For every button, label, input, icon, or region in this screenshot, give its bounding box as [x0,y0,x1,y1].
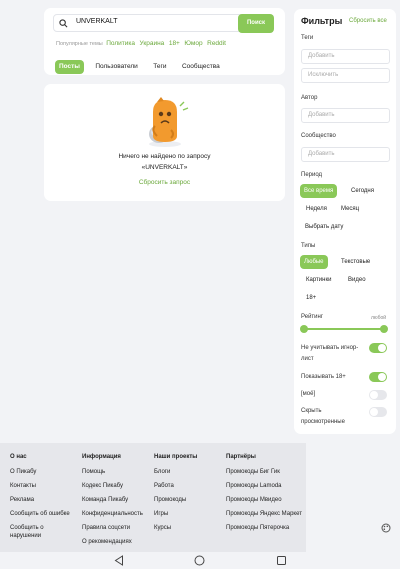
hide-viewed-toggle[interactable] [369,407,387,417]
ignore-list-label: Не учитывать игнор-лист [301,345,359,362]
home-icon[interactable] [194,555,205,566]
reset-query-link[interactable]: Сбросить запрос [44,179,285,186]
rating-label: Рейтинг [301,314,324,320]
search-icon [59,19,68,28]
footer: О нас О Пикабу Контакты Реклама Сообщить… [0,443,306,552]
no-results-text: Ничего не найдено по запросу [118,153,211,160]
types-label: Типы [301,243,316,249]
footer-link[interactable]: Курсы [154,524,222,532]
footer-link[interactable]: О Пикабу [10,468,76,476]
period-all-time[interactable]: Все время [300,184,338,198]
footer-link[interactable]: Помощь [82,468,152,476]
tags-add-input[interactable]: Добавить [301,49,390,64]
popular-tag[interactable]: Политика [106,40,135,47]
search-button[interactable]: Поиск [238,14,274,33]
hide-viewed-label: Скрыть просмотренные [301,408,345,425]
back-icon[interactable] [114,555,124,566]
tab-tags[interactable]: Теги [149,60,170,74]
show-adult-label: Показывать 18+ [301,374,346,380]
footer-link[interactable]: Промокоды Lamoda [226,482,302,490]
community-input[interactable]: Добавить [301,147,390,162]
period-today[interactable]: Сегодня [347,184,378,198]
footer-link[interactable]: Правила соцсети [82,524,152,532]
sad-mascot-illustration [149,97,189,147]
footer-link[interactable]: Реклама [10,496,76,504]
rating-slider-track[interactable] [302,328,386,330]
no-results-card: Ничего не найдено по запросу «UNVERKALT»… [44,84,285,201]
type-adult[interactable]: 18+ [302,291,320,305]
footer-link[interactable]: Промокоды Яндекс Маркет [226,510,302,518]
reset-all-link[interactable]: Сбросить все [349,18,387,24]
footer-link[interactable]: Промокоды Мвидео [226,496,302,504]
popular-tag[interactable]: Юмор [184,40,202,47]
footer-col-projects: Наши проекты Блоги Работа Промокоды Игры… [154,454,222,538]
search-query-text: UNVERKALT [76,18,118,25]
rating-value: любой [371,315,387,321]
tags-label: Теги [301,35,314,41]
footer-heading: Партнёры [226,454,256,460]
tab-communities[interactable]: Сообщества [178,60,224,74]
type-images[interactable]: Картинки [302,273,335,287]
type-video[interactable]: Видео [344,273,370,287]
footer-col-info: Информация Помощь Кодекс Пикабу Команда … [82,454,152,552]
tab-users[interactable]: Пользователи [91,60,141,74]
system-navigation-bar [0,552,400,569]
footer-link[interactable]: Команда Пикабу [82,496,152,504]
filters-title: Фильтры [301,16,343,26]
rating-slider-min-handle[interactable] [300,325,308,333]
search-tabs: Посты Пользователи Теги Сообщества [55,55,227,74]
mine-toggle[interactable] [369,390,387,400]
author-label: Автор [301,95,318,101]
period-week[interactable]: Неделя [302,202,331,216]
community-label: Сообщество [301,133,336,139]
type-text[interactable]: Текстовые [337,255,374,269]
period-label: Период [301,172,323,178]
footer-link[interactable]: Сообщить об ошибке [10,510,76,518]
period-month[interactable]: Месяц [337,202,363,216]
popular-tag[interactable]: Украина [140,40,165,47]
rating-slider-max-handle[interactable] [380,325,388,333]
search-card: UNVERKALT × Поиск Популярные темы Полити… [44,8,285,75]
footer-link[interactable]: Контакты [10,482,76,490]
filters-panel: Фильтры Сбросить все Теги Добавить Исклю… [294,9,396,434]
mine-label: [моё] [301,391,316,397]
footer-link[interactable]: Работа [154,482,222,490]
footer-link[interactable]: Сообщить о нарушении [10,524,76,540]
footer-link[interactable]: О рекомендациях [82,538,152,546]
footer-col-about: О нас О Пикабу Контакты Реклама Сообщить… [10,454,76,540]
period-pick-date[interactable]: Выбрать дату [301,220,347,234]
ignore-list-toggle[interactable] [369,343,387,353]
popular-topics-label: Популярные темы [56,41,103,47]
footer-col-partners: Партнёры Промокоды Биг Гик Промокоды Lam… [226,454,302,538]
footer-link[interactable]: Кодекс Пикабу [82,482,152,490]
recent-apps-icon[interactable] [277,556,286,565]
show-adult-toggle[interactable] [369,372,387,382]
footer-link[interactable]: Конфиденциальность [82,510,152,518]
footer-link[interactable]: Промокоды [154,496,222,504]
popular-topics: Популярные темы Политика Украина 18+ Юмо… [56,40,229,47]
search-input[interactable]: UNVERKALT × [53,14,269,32]
popular-tag[interactable]: Reddit [207,40,226,47]
palette-icon[interactable] [381,523,391,533]
popular-tag[interactable]: 18+ [169,40,180,47]
footer-link[interactable]: Промокоды Биг Гик [226,468,302,476]
footer-heading: Наши проекты [154,454,198,460]
footer-heading: О нас [10,454,27,460]
type-any[interactable]: Любые [300,255,328,269]
tab-posts[interactable]: Посты [55,60,84,74]
no-results-query: «UNVERKALT» [141,164,188,171]
footer-link[interactable]: Промокоды Пятерочка [226,524,302,532]
footer-link[interactable]: Игры [154,510,222,518]
tags-exclude-input[interactable]: Исключить [301,68,390,83]
footer-link[interactable]: Блоги [154,468,222,476]
author-input[interactable]: Добавить [301,108,390,123]
footer-heading: Информация [82,454,121,460]
